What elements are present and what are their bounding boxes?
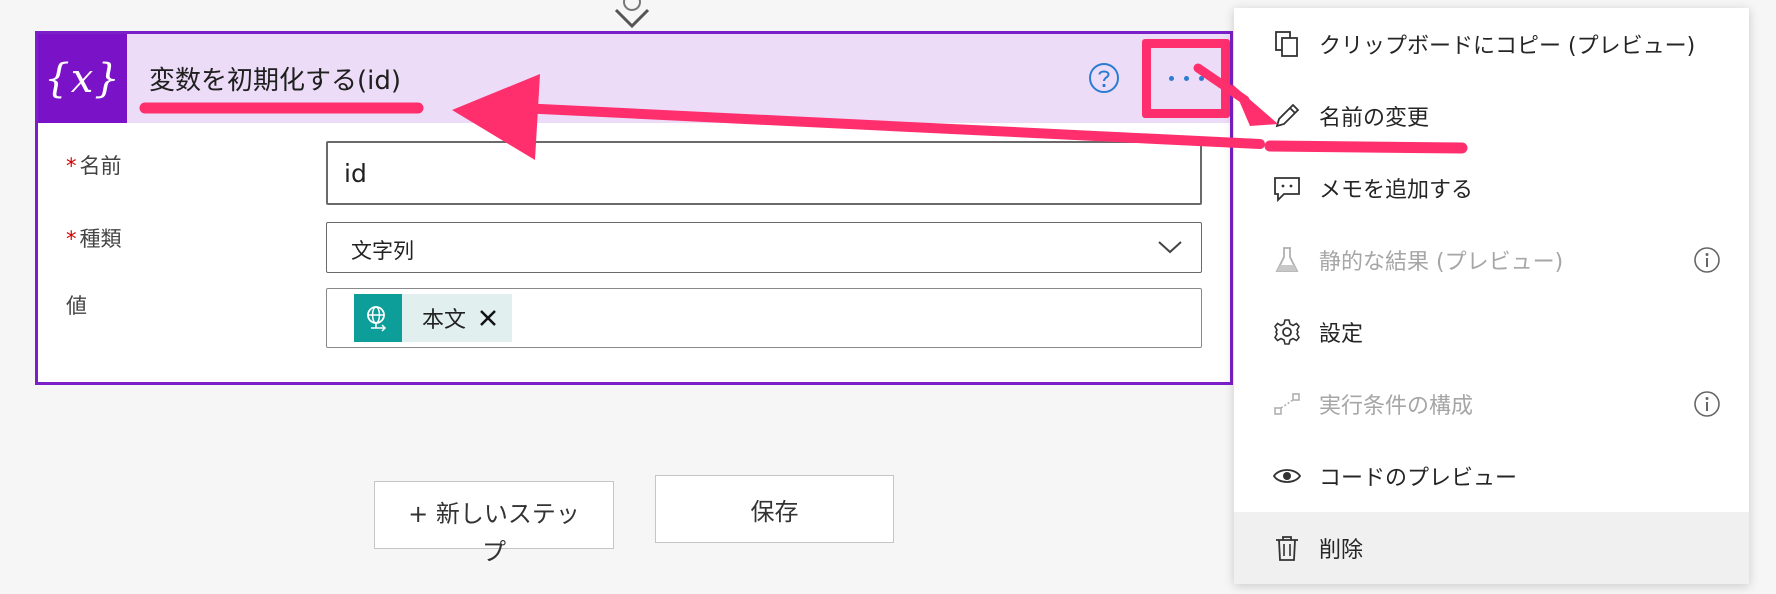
http-request-icon (354, 294, 402, 342)
value-field[interactable]: 本文 (326, 288, 1202, 348)
more-options-button[interactable] (1142, 39, 1230, 118)
value-field-label: 値 (66, 294, 87, 318)
flask-icon (1275, 247, 1299, 272)
menu-item-settings[interactable]: 設定 (1234, 296, 1749, 368)
info-icon[interactable] (1692, 245, 1722, 275)
chevron-down-icon (1158, 241, 1182, 254)
connector-arrow-icon (614, 0, 650, 29)
copy-icon (1275, 31, 1298, 57)
name-field[interactable]: id (326, 141, 1202, 205)
initialize-variable-card: {x} 変数を初期化する(id) * 名前 id * 種類 文字列 値 本文 (35, 31, 1233, 385)
eye-icon (1272, 469, 1302, 483)
trash-icon (1276, 536, 1298, 561)
variable-icon: {x} (38, 34, 127, 123)
menu-item-delete[interactable]: 削除 (1234, 512, 1749, 584)
menu-item-static-result: 静的な結果 (プレビュー) (1234, 224, 1749, 296)
ellipsis-icon (1168, 76, 1204, 81)
save-button[interactable]: 保存 (655, 475, 894, 543)
pencil-icon (1275, 103, 1300, 128)
type-select-value: 文字列 (351, 239, 414, 263)
dynamic-content-token[interactable]: 本文 (354, 294, 512, 342)
menu-item-add-note[interactable]: メモを追加する (1234, 152, 1749, 224)
close-icon[interactable] (478, 308, 498, 328)
menu-item-copy[interactable]: クリップボードにコピー (プレビュー) (1234, 8, 1749, 80)
run-after-icon (1274, 393, 1300, 415)
new-step-button[interactable]: + 新しいステッ プ (374, 481, 614, 566)
name-field-label: * 名前 (66, 154, 122, 178)
comment-icon (1274, 177, 1300, 203)
menu-item-rename[interactable]: 名前の変更 (1234, 80, 1749, 152)
name-field-value: id (344, 159, 367, 188)
gear-icon (1274, 319, 1300, 345)
token-label: 本文 (422, 308, 467, 333)
type-select[interactable]: 文字列 (326, 222, 1202, 273)
card-header[interactable]: {x} 変数を初期化する(id) (38, 34, 1230, 123)
context-menu: クリップボードにコピー (プレビュー) 名前の変更 メモを追加する 静的な結果 … (1234, 8, 1749, 584)
menu-item-peek-code[interactable]: コードのプレビュー (1234, 440, 1749, 512)
card-title[interactable]: 変数を初期化する(id) (149, 60, 401, 97)
info-icon[interactable] (1692, 389, 1722, 419)
menu-item-run-after: 実行条件の構成 (1234, 368, 1749, 440)
help-icon[interactable] (1088, 62, 1120, 94)
type-field-label: * 種類 (66, 227, 122, 251)
